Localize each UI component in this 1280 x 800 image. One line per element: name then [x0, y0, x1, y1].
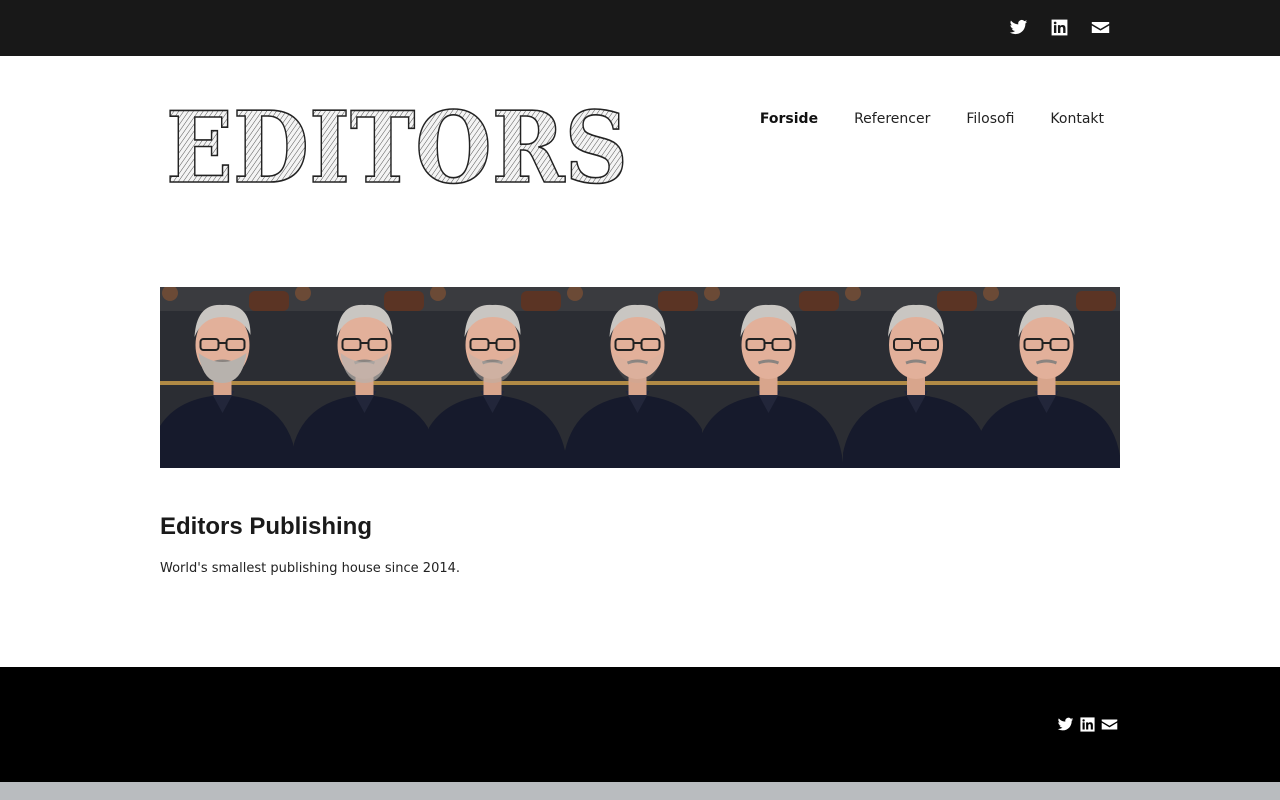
twitter-icon[interactable] — [1057, 716, 1074, 733]
site-footer — [0, 667, 1280, 782]
banner-portrait — [293, 287, 428, 468]
bottom-bar — [0, 782, 1280, 800]
banner-portrait — [428, 287, 565, 468]
banner-portrait — [702, 287, 843, 468]
banner-portrait — [981, 287, 1120, 468]
nav-item-referencer[interactable]: Referencer — [854, 111, 930, 127]
main-nav: Forside Referencer Filosofi Kontakt — [760, 111, 1104, 127]
email-icon[interactable] — [1101, 716, 1118, 733]
nav-item-forside[interactable]: Forside — [760, 111, 818, 127]
email-icon[interactable] — [1091, 18, 1110, 37]
banner-portrait — [160, 287, 293, 468]
logo-text: EDITORS — [166, 104, 628, 190]
site-logo[interactable]: EDITORS — [164, 104, 630, 190]
nav-item-kontakt[interactable]: Kontakt — [1050, 111, 1104, 127]
twitter-icon[interactable] — [1009, 18, 1028, 37]
page-title: Editors Publishing — [160, 513, 373, 540]
header-social-links — [1009, 18, 1110, 37]
nav-item-filosofi[interactable]: Filosofi — [966, 111, 1014, 127]
site-header: EDITORS Forside Referencer Filosofi Kont… — [160, 100, 1120, 200]
footer-social-links — [1057, 716, 1118, 733]
hero-banner-image — [160, 287, 1120, 468]
linkedin-icon[interactable] — [1050, 18, 1069, 37]
top-bar — [0, 0, 1280, 56]
banner-portrait — [843, 287, 981, 468]
banner-portrait — [565, 287, 702, 468]
page-tagline: World's smallest publishing house since … — [160, 561, 461, 576]
linkedin-icon[interactable] — [1079, 716, 1096, 733]
